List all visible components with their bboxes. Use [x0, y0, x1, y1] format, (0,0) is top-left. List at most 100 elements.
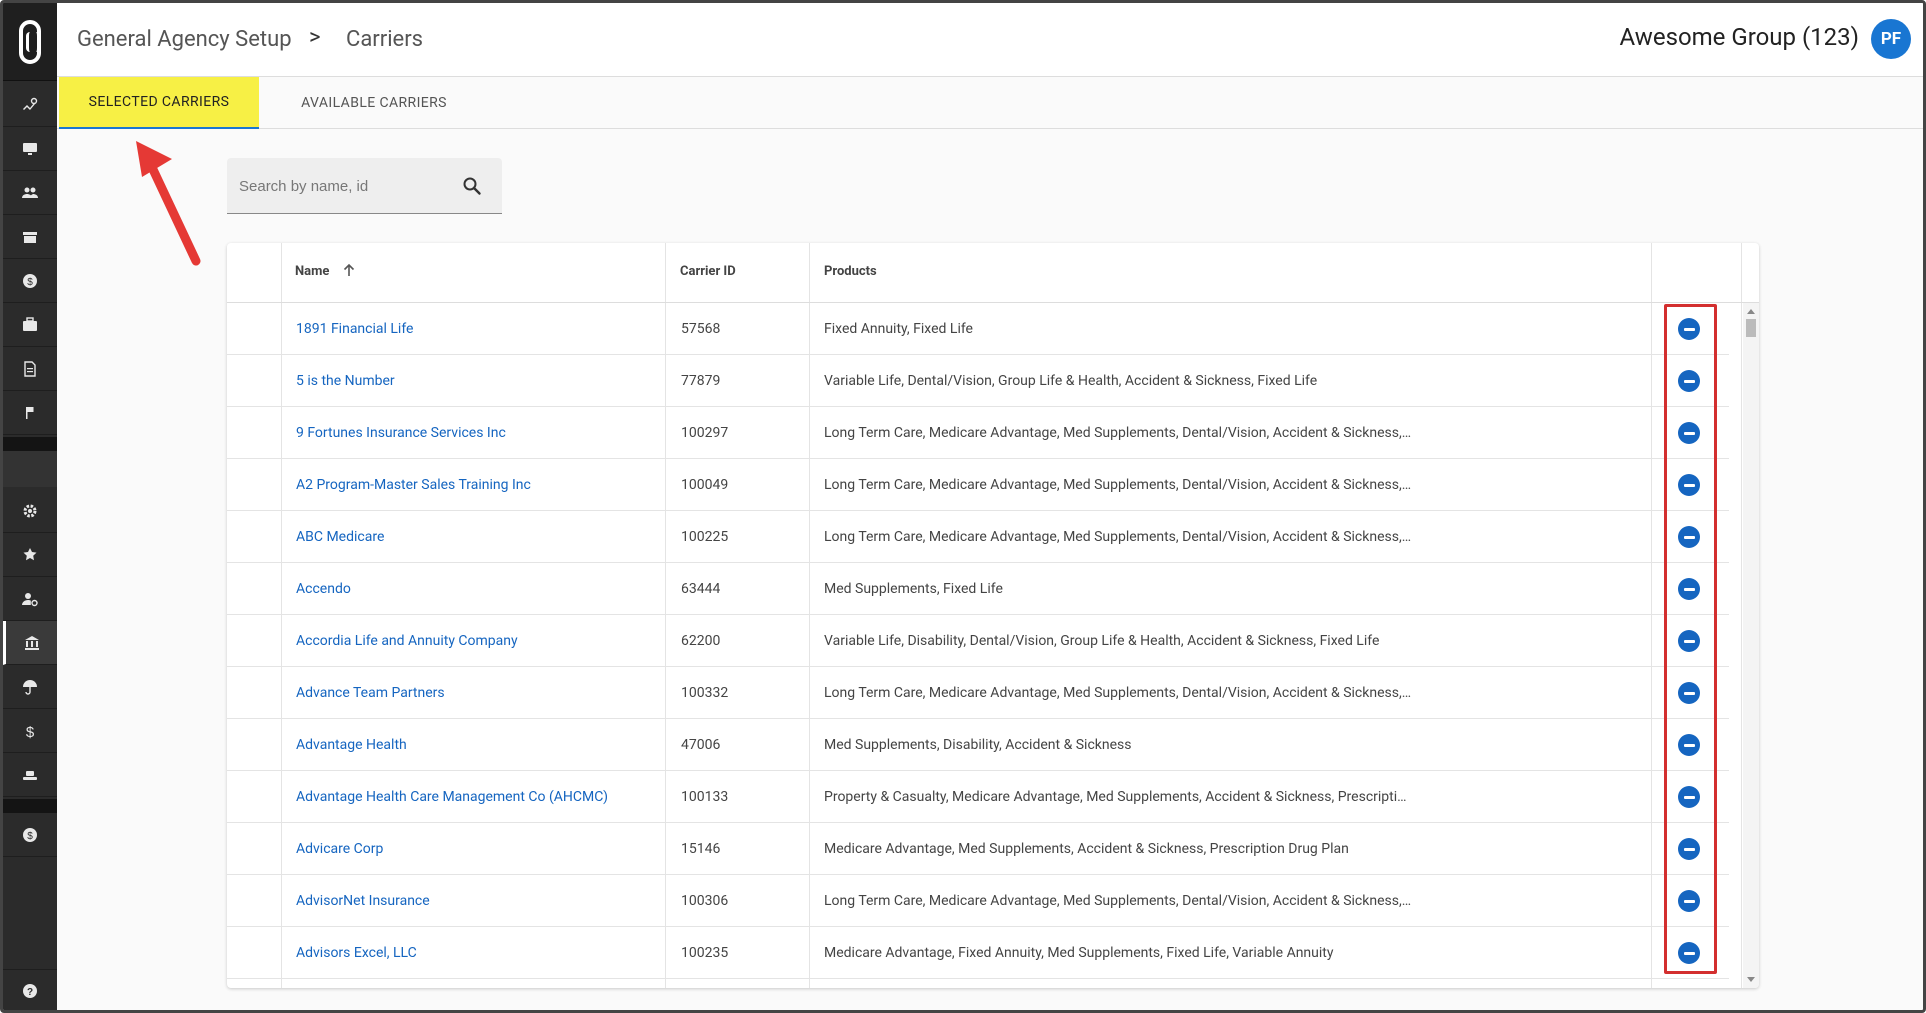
scroll-thumb[interactable] [1746, 319, 1756, 337]
carrier-id: 100133 [681, 789, 729, 805]
search-input[interactable] [239, 174, 449, 198]
top-header: General Agency Setup > Carriers Awesome … [57, 3, 1923, 77]
nav-payments[interactable]: $ [3, 259, 57, 303]
nav-commissions[interactable]: $ [3, 709, 57, 753]
nav-user-settings[interactable] [3, 577, 57, 621]
carrier-name-link[interactable]: 5 is the Number [296, 373, 395, 389]
app-window: $ $ $ ? General Agency Setup > Carriers … [0, 0, 1926, 1013]
sidebar-divider [3, 437, 57, 451]
annotation-arrow-icon [136, 141, 201, 266]
carrier-name-link[interactable]: Advantage Health Care Management Co (AHC… [296, 789, 608, 805]
nav-briefcase[interactable] [3, 303, 57, 347]
carrier-products: Long Term Care, Medicare Advantage, Med … [824, 893, 1412, 909]
carrier-name-link[interactable]: AdvisorNet Insurance [296, 893, 430, 909]
logo-icon [19, 19, 41, 64]
nav-flag[interactable] [3, 391, 57, 435]
carrier-name-link[interactable]: Accordia Life and Annuity Company [296, 633, 518, 649]
table-row[interactable]: Advance Team Partners 100332 Long Term Car… [227, 667, 1729, 719]
table-scrollbar[interactable] [1743, 303, 1759, 988]
sort-ascending-icon[interactable] [341, 262, 357, 278]
carrier-id: 63444 [681, 581, 721, 597]
carrier-id: 15146 [681, 841, 721, 857]
search-icon[interactable] [462, 176, 482, 196]
carrier-name-link[interactable]: Accendo [296, 581, 351, 597]
tab-selected-carriers[interactable]: SELECTED CARRIERS [59, 77, 259, 129]
nav-people[interactable] [3, 171, 57, 215]
carrier-id: 62200 [681, 633, 721, 649]
star-badge-icon [23, 547, 37, 560]
carrier-products: Variable Life, Disability, Dental/Vision… [824, 633, 1380, 649]
table-row[interactable]: Advantage Health 47006 Med Supplements, Di… [227, 719, 1729, 771]
svg-text:$: $ [27, 831, 33, 842]
carrier-name-link[interactable]: Advance Team Partners [296, 685, 445, 701]
table-row[interactable]: ABC Medicare 100225 Long Term Care, Medica… [227, 511, 1729, 563]
column-header-carrier-id[interactable]: Carrier ID [680, 264, 736, 279]
chart-search-icon [23, 97, 38, 110]
sidebar-spacer [3, 451, 57, 487]
nav-billing[interactable]: $ [3, 813, 57, 857]
table-row[interactable]: Accendo 63444 Med Supplements, Fixed Life [227, 563, 1729, 615]
bank-icon [24, 635, 39, 650]
table-row[interactable]: 5 is the Number 77879 Variable Life, Denta… [227, 355, 1729, 407]
sidebar-spacer [3, 859, 57, 967]
document-icon [24, 360, 36, 377]
nav-store[interactable] [3, 215, 57, 259]
nav-carriers[interactable] [3, 621, 57, 665]
table-row[interactable]: Advantage Health Care Management Co (AHC… [227, 771, 1729, 823]
nav-badge[interactable] [3, 533, 57, 577]
carrier-name-link[interactable]: Advantage Health [296, 737, 407, 753]
monitor-icon [23, 142, 37, 155]
svg-text:$: $ [27, 277, 33, 288]
carrier-products: Medicare Advantage, Fixed Annuity, Med S… [824, 945, 1334, 961]
coin-icon: $ [23, 273, 37, 288]
organization-name: Awesome Group (123) [1619, 23, 1859, 51]
table-header: Name Carrier ID Products [227, 243, 1759, 303]
nav-presentation[interactable] [3, 127, 57, 171]
nav-documents[interactable] [3, 347, 57, 391]
carrier-name-link[interactable]: 9 Fortunes Insurance Services Inc [296, 425, 506, 441]
carrier-id: 57568 [681, 321, 721, 337]
tab-bar: SELECTED CARRIERS AVAILABLE CARRIERS [57, 77, 1923, 129]
table-row[interactable]: Accordia Life and Annuity Company 62200 Va… [227, 615, 1729, 667]
table-row[interactable]: 9 Fortunes Insurance Services Inc 100297 L… [227, 407, 1729, 459]
nav-coverage[interactable] [3, 665, 57, 709]
sidebar: $ $ $ ? [3, 3, 57, 1010]
carrier-name-link[interactable]: A2 Program-Master Sales Training Inc [296, 477, 531, 493]
carrier-name-link[interactable]: Advicare Corp [296, 841, 383, 857]
nav-analytics[interactable] [3, 83, 57, 127]
column-header-name[interactable]: Name [295, 264, 329, 279]
breadcrumb-root[interactable]: General Agency Setup [77, 27, 292, 52]
table-row[interactable]: Advisors Excel, LLC 100235 Medicare Advant… [227, 927, 1729, 979]
table-row[interactable]: AdvisorNet Insurance 100306 Long Term Care… [227, 875, 1729, 927]
carrier-id: 100225 [681, 529, 729, 545]
carrier-id: 100049 [681, 477, 729, 493]
carrier-name-link[interactable]: 1891 Financial Life [296, 321, 413, 337]
carrier-id: 47006 [681, 737, 721, 753]
table-row[interactable]: Advicare Corp 15146 Medicare Advantage, Me… [227, 823, 1729, 875]
scroll-down-icon[interactable] [1747, 977, 1755, 982]
search-box [227, 158, 502, 214]
table-row[interactable]: 1891 Financial Life 57568 Fixed Annuity, F… [227, 303, 1729, 355]
nav-help[interactable]: ? [3, 969, 57, 1010]
scroll-up-icon[interactable] [1747, 309, 1755, 314]
nav-settings[interactable] [3, 489, 57, 533]
tab-available-carriers[interactable]: AVAILABLE CARRIERS [269, 77, 479, 129]
sidebar-divider [3, 799, 57, 813]
user-avatar[interactable]: PF [1871, 19, 1911, 59]
carrier-id: 100332 [681, 685, 729, 701]
help-icon: ? [23, 984, 37, 998]
carrier-products: Variable Life, Dental/Vision, Group Life… [824, 373, 1318, 389]
app-logo[interactable] [3, 3, 57, 81]
hand-coin-icon [23, 770, 37, 780]
nav-payouts[interactable] [3, 753, 57, 797]
carrier-name-link[interactable]: ABC Medicare [296, 529, 384, 545]
coin-icon: $ [23, 827, 37, 842]
carrier-id: 100297 [681, 425, 729, 441]
column-header-products[interactable]: Products [824, 264, 877, 279]
table-row[interactable]: A2 Program-Master Sales Training Inc 1000… [227, 459, 1729, 511]
carrier-name-link[interactable]: Advisors Excel, LLC [296, 945, 417, 961]
carrier-products: Medicare Advantage, Med Supplements, Acc… [824, 841, 1349, 857]
svg-text:$: $ [26, 724, 35, 739]
carrier-products: Fixed Annuity, Fixed Life [824, 321, 973, 337]
svg-text:?: ? [27, 987, 33, 998]
